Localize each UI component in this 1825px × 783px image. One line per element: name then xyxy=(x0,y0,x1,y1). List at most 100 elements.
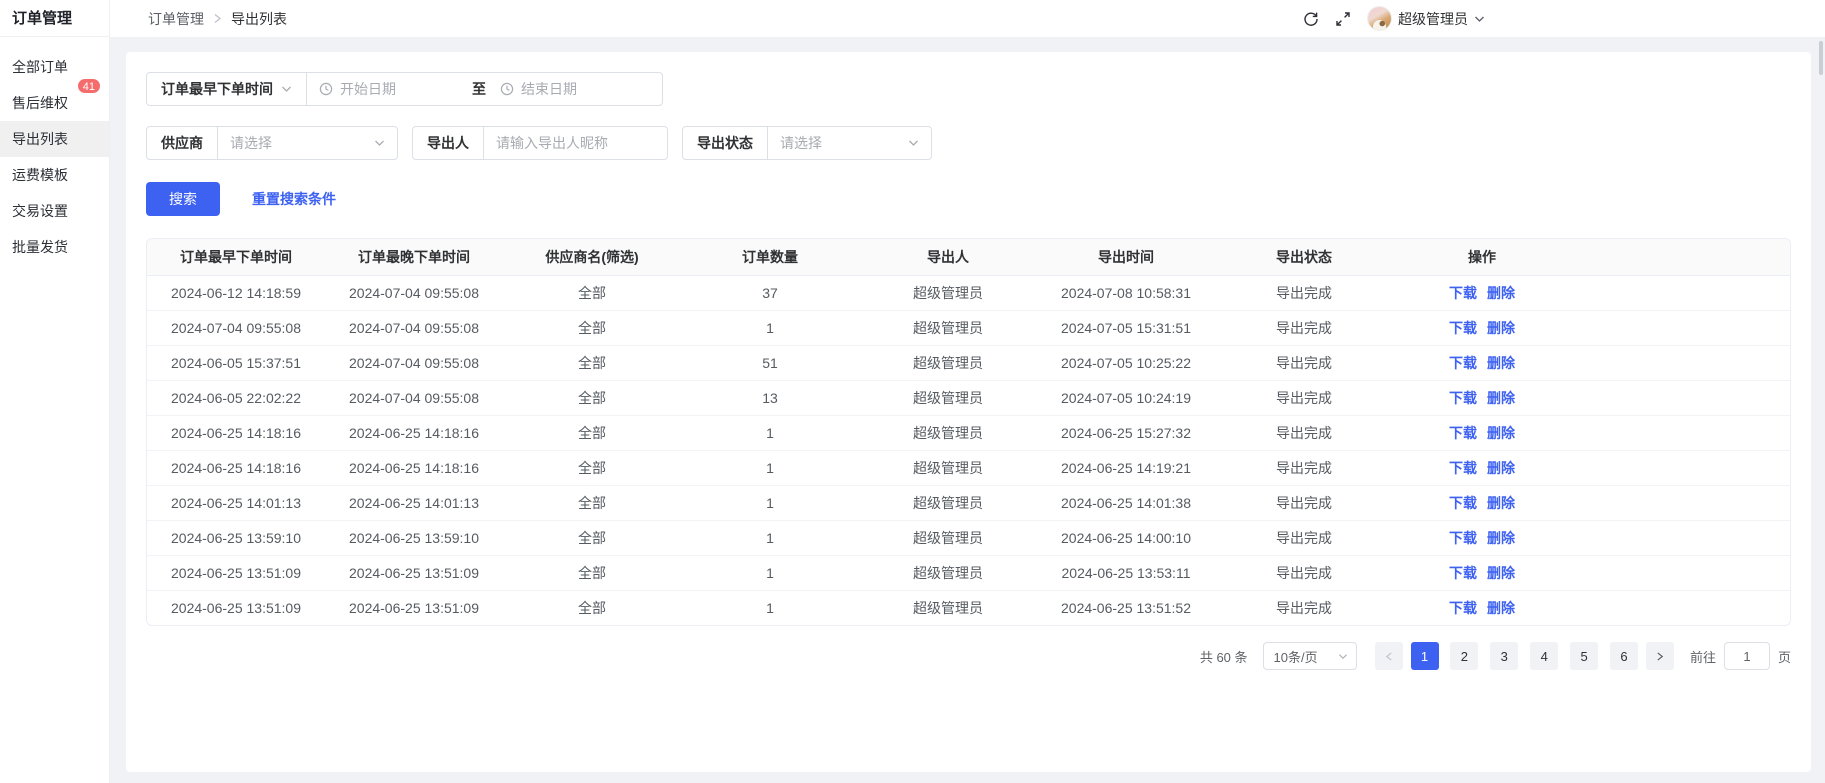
chevron-down-icon xyxy=(908,139,919,147)
download-link[interactable]: 下载 xyxy=(1449,600,1477,616)
delete-link[interactable]: 删除 xyxy=(1487,495,1515,511)
cell-exporter: 超级管理员 xyxy=(859,415,1037,450)
exporter-input[interactable]: 导出人 请输入导出人昵称 xyxy=(412,126,668,160)
table-row: 2024-06-25 14:18:16 2024-06-25 14:18:16 … xyxy=(147,450,1790,485)
cell-supplier: 全部 xyxy=(503,520,681,555)
sidebar-item-2[interactable]: 41 售后维权 xyxy=(0,85,109,121)
chevron-down-icon xyxy=(1474,15,1485,23)
download-link[interactable]: 下载 xyxy=(1449,390,1477,406)
sidebar-item-4[interactable]: 运费模板 xyxy=(0,157,109,193)
cell-export-status: 导出完成 xyxy=(1215,485,1393,520)
download-link[interactable]: 下载 xyxy=(1449,320,1477,336)
cell-earliest-time: 2024-06-05 15:37:51 xyxy=(147,345,325,380)
cell-exporter: 超级管理员 xyxy=(859,555,1037,590)
cell-latest-time: 2024-06-25 14:18:16 xyxy=(325,415,503,450)
reset-search-link[interactable]: 重置搜索条件 xyxy=(252,189,336,209)
time-type-label: 订单最早下单时间 xyxy=(161,79,273,99)
fullscreen-icon[interactable] xyxy=(1335,11,1351,27)
cell-supplier: 全部 xyxy=(503,310,681,345)
cell-export-time: 2024-06-25 15:27:32 xyxy=(1037,415,1215,450)
download-link[interactable]: 下载 xyxy=(1449,355,1477,371)
cell-export-time: 2024-06-25 14:19:21 xyxy=(1037,450,1215,485)
search-button[interactable]: 搜索 xyxy=(146,182,220,216)
cell-order-count: 1 xyxy=(681,520,859,555)
column-header: 导出时间 xyxy=(1037,239,1215,275)
cell-export-status: 导出完成 xyxy=(1215,520,1393,555)
cell-actions: 下载删除 xyxy=(1393,590,1571,625)
delete-link[interactable]: 删除 xyxy=(1487,425,1515,441)
cell-exporter: 超级管理员 xyxy=(859,345,1037,380)
delete-link[interactable]: 删除 xyxy=(1487,600,1515,616)
filler-cell xyxy=(1571,415,1790,450)
breadcrumb-item-orders[interactable]: 订单管理 xyxy=(148,9,204,29)
download-link[interactable]: 下载 xyxy=(1449,425,1477,441)
cell-order-count: 1 xyxy=(681,555,859,590)
page-button-5[interactable]: 5 xyxy=(1570,642,1598,670)
download-link[interactable]: 下载 xyxy=(1449,495,1477,511)
filler-cell xyxy=(1571,590,1790,625)
delete-link[interactable]: 删除 xyxy=(1487,565,1515,581)
main-area: 订单最早下单时间 开始日期 至 xyxy=(110,37,1825,783)
cell-earliest-time: 2024-06-25 14:18:16 xyxy=(147,415,325,450)
filler-cell xyxy=(1571,310,1790,345)
download-link[interactable]: 下载 xyxy=(1449,460,1477,476)
table-row: 2024-06-12 14:18:59 2024-07-04 09:55:08 … xyxy=(147,275,1790,310)
delete-link[interactable]: 删除 xyxy=(1487,530,1515,546)
delete-link[interactable]: 删除 xyxy=(1487,390,1515,406)
page-button-2[interactable]: 2 xyxy=(1450,642,1478,670)
sidebar-item-label: 全部订单 xyxy=(12,57,68,77)
column-header: 导出状态 xyxy=(1215,239,1393,275)
cell-export-time: 2024-07-05 15:31:51 xyxy=(1037,310,1215,345)
page-button-3[interactable]: 3 xyxy=(1490,642,1518,670)
download-link[interactable]: 下载 xyxy=(1449,530,1477,546)
cell-latest-time: 2024-07-04 09:55:08 xyxy=(325,345,503,380)
delete-link[interactable]: 删除 xyxy=(1487,355,1515,371)
page-button-1[interactable]: 1 xyxy=(1411,642,1439,670)
cell-export-status: 导出完成 xyxy=(1215,415,1393,450)
time-type-select[interactable]: 订单最早下单时间 xyxy=(147,73,307,105)
export-status-select[interactable]: 导出状态 请选择 xyxy=(682,126,932,160)
next-page-button[interactable] xyxy=(1646,642,1674,670)
cell-export-time: 2024-06-25 14:00:10 xyxy=(1037,520,1215,555)
sidebar-item-3[interactable]: 导出列表 xyxy=(0,121,109,157)
cell-actions: 下载删除 xyxy=(1393,520,1571,555)
prev-page-button[interactable] xyxy=(1375,642,1403,670)
sidebar-item-label: 运费模板 xyxy=(12,165,68,185)
cell-order-count: 1 xyxy=(681,485,859,520)
scrollbar-thumb[interactable] xyxy=(1819,41,1823,75)
sidebar-item-5[interactable]: 交易设置 xyxy=(0,193,109,229)
delete-link[interactable]: 删除 xyxy=(1487,320,1515,336)
filler-cell xyxy=(1571,485,1790,520)
cell-exporter: 超级管理员 xyxy=(859,590,1037,625)
delete-link[interactable]: 删除 xyxy=(1487,285,1515,301)
user-menu[interactable]: 超级管理员 xyxy=(1367,6,1485,31)
supplier-label: 供应商 xyxy=(147,127,218,159)
cell-export-status: 导出完成 xyxy=(1215,380,1393,415)
content-card: 订单最早下单时间 开始日期 至 xyxy=(126,52,1811,772)
user-avatar[interactable] xyxy=(1367,6,1392,31)
page-size-value: 10条/页 xyxy=(1274,647,1318,666)
export-status-label: 导出状态 xyxy=(683,127,768,159)
cell-latest-time: 2024-06-25 13:51:09 xyxy=(325,555,503,590)
goto-input[interactable] xyxy=(1724,642,1770,670)
cell-actions: 下载删除 xyxy=(1393,345,1571,380)
cell-earliest-time: 2024-06-25 14:18:16 xyxy=(147,450,325,485)
end-date-input[interactable]: 结束日期 xyxy=(488,79,589,99)
sidebar: 订单管理 全部订单 41 售后维权 导出列表 运费模板 交易设置 批量发货 xyxy=(0,0,110,783)
supplier-select[interactable]: 供应商 请选择 xyxy=(146,126,398,160)
sidebar-item-6[interactable]: 批量发货 xyxy=(0,229,109,265)
download-link[interactable]: 下载 xyxy=(1449,565,1477,581)
page-button-4[interactable]: 4 xyxy=(1530,642,1558,670)
delete-link[interactable]: 删除 xyxy=(1487,460,1515,476)
page-size-select[interactable]: 10条/页 xyxy=(1263,642,1357,670)
column-header: 导出人 xyxy=(859,239,1037,275)
start-date-placeholder: 开始日期 xyxy=(340,79,396,99)
cell-export-time: 2024-07-05 10:24:19 xyxy=(1037,380,1215,415)
cell-actions: 下载删除 xyxy=(1393,450,1571,485)
start-date-input[interactable]: 开始日期 xyxy=(307,79,470,99)
page-button-6[interactable]: 6 xyxy=(1610,642,1638,670)
username[interactable]: 超级管理员 xyxy=(1398,9,1468,29)
refresh-icon[interactable] xyxy=(1303,11,1319,27)
table-body: 2024-06-12 14:18:59 2024-07-04 09:55:08 … xyxy=(147,275,1790,625)
download-link[interactable]: 下载 xyxy=(1449,285,1477,301)
